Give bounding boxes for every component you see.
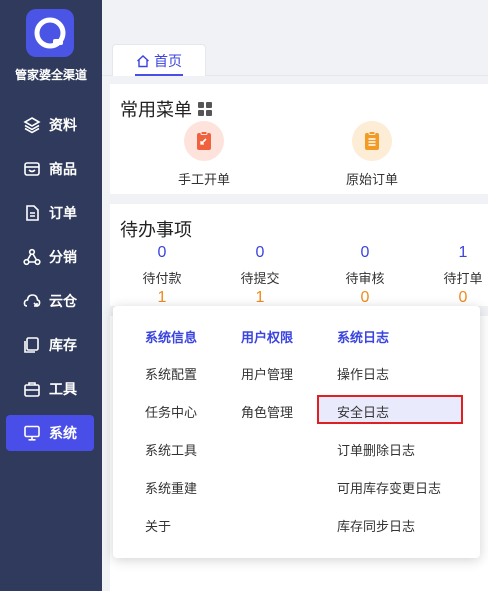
sidebar-item-label: 工具 [49, 381, 77, 397]
menu-item-available-stock-change-log[interactable]: 可用库存变更日志 [337, 478, 441, 497]
todo-sub-count: 0 [458, 289, 468, 306]
sidebar-item-tools[interactable]: 工具 [6, 371, 94, 407]
todo-count: 1 [458, 244, 468, 261]
monitor-icon [23, 424, 41, 442]
menu-item-system-rebuild[interactable]: 系统重建 [145, 478, 197, 497]
todo-sub-count: 1 [157, 289, 167, 306]
menu-item-order-delete-log[interactable]: 订单删除日志 [337, 440, 415, 459]
sidebar: 管家婆全渠道 资料 商品 订单 分销 云仓 库存 工具 系统 [0, 0, 102, 591]
inventory-icon [23, 336, 41, 354]
cloud-warehouse-icon [23, 292, 41, 310]
todo-count: 0 [157, 244, 167, 261]
todo-item-pending-print[interactable]: 1 待打单 0 [433, 244, 488, 307]
toolbox-icon [23, 380, 41, 398]
sidebar-item-label: 分销 [49, 249, 77, 265]
common-menu-card: 常用菜单 手工开单 原始订单 [110, 84, 488, 194]
todo-label: 待审核 [345, 271, 385, 286]
network-icon [23, 248, 41, 266]
sidebar-item-data[interactable]: 资料 [6, 107, 94, 143]
menu-item-system-config[interactable]: 系统配置 [145, 364, 197, 383]
original-order-icon [352, 121, 392, 161]
menu-item-task-center[interactable]: 任务中心 [145, 402, 197, 421]
menu-tile-label: 手工开单 [177, 172, 230, 187]
manual-order-icon [184, 121, 224, 161]
sidebar-item-orders[interactable]: 订单 [6, 195, 94, 231]
sidebar-item-label: 订单 [49, 205, 77, 221]
dropdown-header-user-permissions: 用户权限 [241, 330, 294, 345]
sidebar-item-inventory[interactable]: 库存 [6, 327, 94, 363]
sidebar-item-distribution[interactable]: 分销 [6, 239, 94, 275]
brand-name: 管家婆全渠道 [14, 68, 87, 82]
tab-home[interactable]: 首页 [112, 44, 206, 76]
todo-label: 待提交 [240, 271, 280, 286]
sidebar-item-label: 资料 [49, 117, 77, 133]
common-menu-title: 常用菜单 [120, 100, 192, 120]
menu-tile-manual-order[interactable]: 手工开单 [159, 121, 249, 188]
system-dropdown-menu: 系统信息 系统配置 任务中心 系统工具 系统重建 关于 用户权限 用户管理 角色… [113, 306, 480, 558]
sidebar-item-label: 系统 [49, 425, 77, 441]
dropdown-header-system-logs: 系统日志 [337, 330, 390, 345]
document-icon [23, 204, 41, 222]
todo-item-pending-payment[interactable]: 0 待付款 1 [132, 244, 192, 307]
todo-label: 待付款 [142, 271, 182, 286]
sidebar-item-label: 库存 [49, 337, 77, 353]
menu-tile-label: 原始订单 [345, 172, 398, 187]
menu-tile-original-order[interactable]: 原始订单 [327, 121, 417, 188]
tab-bar: 首页 [102, 42, 488, 76]
sidebar-item-products[interactable]: 商品 [6, 151, 94, 187]
todo-item-pending-review[interactable]: 0 待审核 0 [335, 244, 395, 307]
sidebar-item-label: 商品 [49, 161, 77, 177]
sidebar-item-label: 云仓 [49, 293, 77, 309]
todo-sub-count: 1 [255, 289, 265, 306]
logo[interactable] [26, 9, 74, 57]
grid-icon[interactable] [198, 102, 212, 116]
menu-item-about[interactable]: 关于 [145, 516, 171, 535]
todo-label: 待打单 [443, 271, 483, 286]
common-menu-header: 常用菜单 [120, 96, 212, 122]
todo-title: 待办事项 [120, 220, 192, 240]
todo-sub-count: 0 [360, 289, 370, 306]
sidebar-item-cloud-warehouse[interactable]: 云仓 [6, 283, 94, 319]
sidebar-item-system[interactable]: 系统 [6, 415, 94, 451]
todo-count: 0 [255, 244, 265, 261]
menu-item-operation-log[interactable]: 操作日志 [337, 364, 389, 383]
box-icon [23, 160, 41, 178]
todo-card: 待办事项 0 待付款 1 0 待提交 1 0 待审核 0 1 待打单 0 [110, 204, 488, 306]
todo-item-pending-submit[interactable]: 0 待提交 1 [230, 244, 290, 307]
home-icon [137, 54, 149, 67]
menu-item-security-log[interactable]: 安全日志 [337, 402, 389, 421]
layers-icon [23, 116, 41, 134]
menu-item-stock-sync-log[interactable]: 库存同步日志 [337, 516, 415, 535]
logo-icon [34, 17, 66, 49]
dropdown-header-system-info: 系统信息 [145, 330, 198, 345]
todo-count: 0 [360, 244, 370, 261]
menu-item-system-tools[interactable]: 系统工具 [145, 440, 197, 459]
menu-item-role-management[interactable]: 角色管理 [241, 402, 293, 421]
menu-item-user-management[interactable]: 用户管理 [241, 364, 293, 383]
tab-label: 首页 [154, 52, 182, 69]
top-bar [102, 0, 488, 42]
